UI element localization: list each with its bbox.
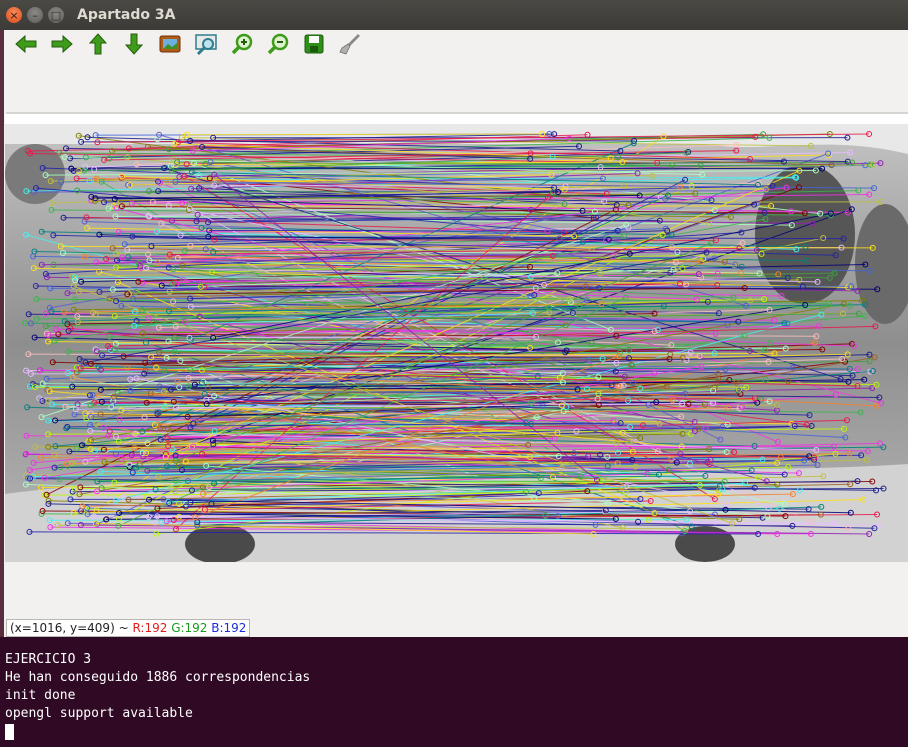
match-line xyxy=(214,185,566,187)
zoom-fit-icon xyxy=(195,34,217,56)
status-green: G:192 xyxy=(171,621,208,635)
zoom-in-button[interactable] xyxy=(224,30,260,58)
feature-matches-image xyxy=(5,114,908,563)
status-coords: (x=1016, y=409) ~ xyxy=(10,621,133,635)
pan-down-button[interactable] xyxy=(116,30,152,58)
zoom-out-icon xyxy=(267,33,289,55)
toolbar xyxy=(8,30,368,58)
terminal-line: EJERCICIO 3 xyxy=(5,652,92,667)
arrow-left-icon xyxy=(15,34,37,54)
arrow-right-icon xyxy=(51,34,73,54)
title-bar: × – □ Apartado 3A xyxy=(0,0,908,30)
status-red: R:192 xyxy=(132,621,168,635)
status-blue: B:192 xyxy=(211,621,247,635)
status-bar: (x=1016, y=409) ~ R:192 G:192 B:192 xyxy=(6,619,251,637)
pan-left-button[interactable] xyxy=(8,30,44,58)
terminal-line: opengl support available xyxy=(5,706,193,721)
pan-up-button[interactable] xyxy=(80,30,116,58)
image-icon xyxy=(159,35,181,53)
zoom-in-icon xyxy=(231,33,253,55)
minimize-window-button[interactable]: – xyxy=(27,7,43,23)
terminal-output: EJERCICIO 3 He han conseguido 1886 corre… xyxy=(0,637,908,747)
arrow-up-icon xyxy=(88,33,108,55)
image-window: (x=1016, y=409) ~ R:192 G:192 B:192 xyxy=(0,30,908,637)
brush-icon xyxy=(339,34,360,55)
terminal-line: init done xyxy=(5,688,76,703)
window-title: Apartado 3A xyxy=(77,7,176,23)
image-canvas[interactable] xyxy=(5,114,908,563)
properties-button[interactable] xyxy=(332,30,368,58)
zoom-original-button[interactable] xyxy=(152,30,188,58)
zoom-out-button[interactable] xyxy=(260,30,296,58)
save-button[interactable] xyxy=(296,30,332,58)
terminal-cursor xyxy=(5,723,14,740)
zoom-fit-button[interactable] xyxy=(188,30,224,58)
close-window-button[interactable]: × xyxy=(6,7,22,23)
terminal-line: He han conseguido 1886 correspondencias xyxy=(5,670,311,685)
arrow-down-icon xyxy=(124,33,144,55)
pan-right-button[interactable] xyxy=(44,30,80,58)
save-icon xyxy=(304,34,324,54)
maximize-window-button[interactable]: □ xyxy=(48,7,64,23)
